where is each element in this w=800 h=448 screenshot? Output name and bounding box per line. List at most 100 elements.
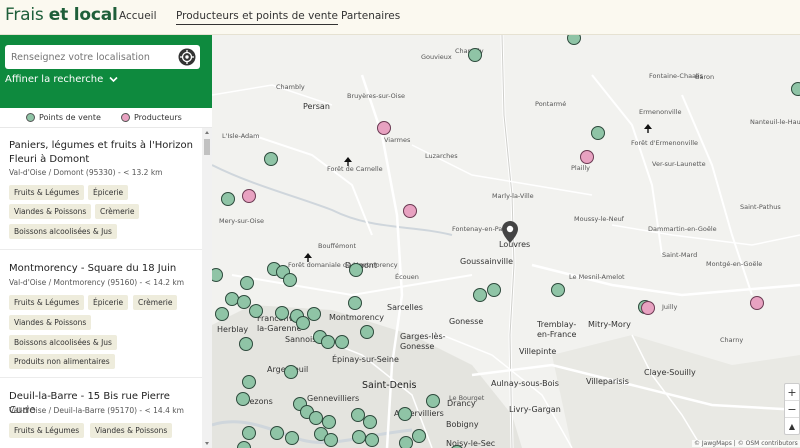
location-input[interactable]	[5, 51, 173, 63]
scroll-thumb[interactable]	[204, 139, 210, 155]
place-label: Plailly	[571, 164, 590, 172]
point-de-vente-marker[interactable]	[348, 296, 362, 310]
logo[interactable]: Frais et local	[5, 5, 118, 25]
point-de-vente-marker[interactable]	[468, 48, 482, 62]
point-de-vente-marker[interactable]	[284, 365, 298, 379]
place-label: Herblay	[217, 325, 249, 334]
point-de-vente-marker[interactable]	[363, 415, 377, 429]
place-label: Montmorency	[329, 313, 384, 322]
nav-partenaires[interactable]: Partenaires	[341, 10, 400, 22]
producteur-marker[interactable]	[750, 296, 764, 310]
tag[interactable]: Viandes & Poissons	[90, 423, 173, 438]
producteur-marker[interactable]	[377, 121, 391, 135]
producteur-marker[interactable]	[641, 301, 655, 315]
place-label: Forêt de Carnelle	[327, 165, 383, 173]
locate-icon[interactable]	[178, 48, 196, 66]
tag[interactable]: Produits non alimentaires	[9, 354, 115, 369]
point-de-vente-marker[interactable]	[296, 316, 310, 330]
point-de-vente-marker[interactable]	[591, 126, 605, 140]
map-attribution: © JawgMaps | © OSM contributors	[692, 440, 800, 447]
place-label: Épinay-sur-Seine	[332, 355, 399, 364]
producteur-marker[interactable]	[242, 189, 256, 203]
point-de-vente-marker[interactable]	[321, 335, 335, 349]
point-de-vente-marker[interactable]	[236, 392, 250, 406]
point-de-vente-marker[interactable]	[365, 433, 379, 447]
nav-accueil[interactable]: Accueil	[119, 10, 157, 22]
place-label: Sannois	[285, 335, 317, 344]
producteur-marker[interactable]	[580, 150, 594, 164]
place-label: Saint-Mard	[662, 251, 698, 259]
nav-producteurs[interactable]: Producteurs et points de vente	[176, 10, 338, 25]
tag[interactable]: Fruits & Légumes	[9, 295, 85, 310]
map[interactable]: Chambly Persan Bruyères-sur-Oise Gouvieu…	[212, 35, 800, 448]
place-label: Montgé-en-Goële	[706, 260, 763, 268]
place-label: Tremblay-en-France	[537, 320, 577, 339]
place-label: Bouffémont	[318, 242, 357, 250]
zoom-controls: + − ▲	[784, 383, 800, 435]
tag[interactable]: Crèmerie	[133, 295, 178, 310]
point-de-vente-marker[interactable]	[242, 426, 256, 440]
point-de-vente-marker[interactable]	[239, 337, 253, 351]
results-list: Paniers, légumes et fruits à l'Horizon F…	[0, 128, 202, 448]
zoom-out-button[interactable]: −	[785, 401, 799, 418]
location-pin-icon[interactable]	[502, 221, 518, 243]
result-subtitle: Val-d'Oise / Deuil-la-Barre (95170) - < …	[9, 406, 184, 415]
scroll-down-icon[interactable]	[205, 442, 209, 445]
tag[interactable]: Épicerie	[88, 185, 129, 200]
place-label: Bobigny	[446, 420, 479, 429]
point-de-vente-marker[interactable]	[324, 433, 338, 447]
place-label: Mery-sur-Oise	[219, 217, 264, 225]
point-de-vente-marker[interactable]	[242, 375, 256, 389]
place-label: Livry-Gargan	[509, 405, 561, 414]
point-de-vente-marker[interactable]	[349, 263, 363, 277]
point-de-vente-marker[interactable]	[285, 431, 299, 445]
result-card[interactable]: Deuil-la-Barre - 15 Bis rue Pierre Curie…	[0, 378, 202, 448]
tag[interactable]: Fruits & Légumes	[9, 185, 85, 200]
point-de-vente-marker[interactable]	[275, 306, 289, 320]
point-de-vente-dot-icon	[26, 113, 35, 122]
place-label: Sarcelles	[387, 303, 423, 312]
point-de-vente-marker[interactable]	[487, 283, 501, 297]
point-de-vente-marker[interactable]	[240, 276, 254, 290]
refine-search-label: Affiner la recherche	[5, 74, 104, 85]
point-de-vente-marker[interactable]	[352, 430, 366, 444]
point-de-vente-marker[interactable]	[270, 426, 284, 440]
tag[interactable]: Viandes & Poissons	[9, 204, 92, 219]
point-de-vente-marker[interactable]	[551, 283, 565, 297]
tag[interactable]: Fruits & Légumes	[9, 423, 85, 438]
point-de-vente-marker[interactable]	[791, 82, 800, 96]
tag[interactable]: Crèmerie	[95, 204, 140, 219]
point-de-vente-marker[interactable]	[264, 152, 278, 166]
zoom-in-button[interactable]: +	[785, 384, 799, 401]
result-card[interactable]: Paniers, légumes et fruits à l'Horizon F…	[0, 128, 202, 250]
tag[interactable]: Épicerie	[88, 295, 129, 310]
point-de-vente-marker[interactable]	[215, 307, 229, 321]
point-de-vente-marker[interactable]	[237, 441, 251, 448]
reset-north-button[interactable]: ▲	[785, 418, 799, 435]
point-de-vente-marker[interactable]	[221, 192, 235, 206]
tag[interactable]: Boissons alcoolisées & Jus	[9, 224, 117, 239]
scroll-up-icon[interactable]	[205, 131, 209, 134]
place-label: Drancy	[447, 399, 476, 408]
tag[interactable]: Boissons alcoolisées & Jus	[9, 335, 117, 350]
place-label: Viarmes	[384, 136, 411, 144]
place-label: Gennevilliers	[307, 394, 360, 403]
forest-icon	[644, 124, 652, 133]
point-de-vente-marker[interactable]	[398, 407, 412, 421]
point-de-vente-marker[interactable]	[309, 411, 323, 425]
producteur-dot-icon	[121, 113, 130, 122]
refine-search-toggle[interactable]: Affiner la recherche	[5, 74, 119, 85]
point-de-vente-marker[interactable]	[426, 394, 440, 408]
results-scrollbar[interactable]	[202, 128, 212, 448]
point-de-vente-marker[interactable]	[473, 288, 487, 302]
point-de-vente-marker[interactable]	[335, 335, 349, 349]
point-de-vente-marker[interactable]	[412, 429, 426, 443]
point-de-vente-marker[interactable]	[249, 304, 263, 318]
producteur-marker[interactable]	[403, 204, 417, 218]
point-de-vente-marker[interactable]	[399, 436, 413, 448]
place-label: Mitry-Mory	[588, 320, 631, 329]
point-de-vente-marker[interactable]	[283, 273, 297, 287]
tag[interactable]: Viandes & Poissons	[9, 315, 92, 330]
result-card[interactable]: Montmorency - Square du 18 Juin Val-d'Oi…	[0, 250, 202, 378]
point-de-vente-marker[interactable]	[360, 325, 374, 339]
